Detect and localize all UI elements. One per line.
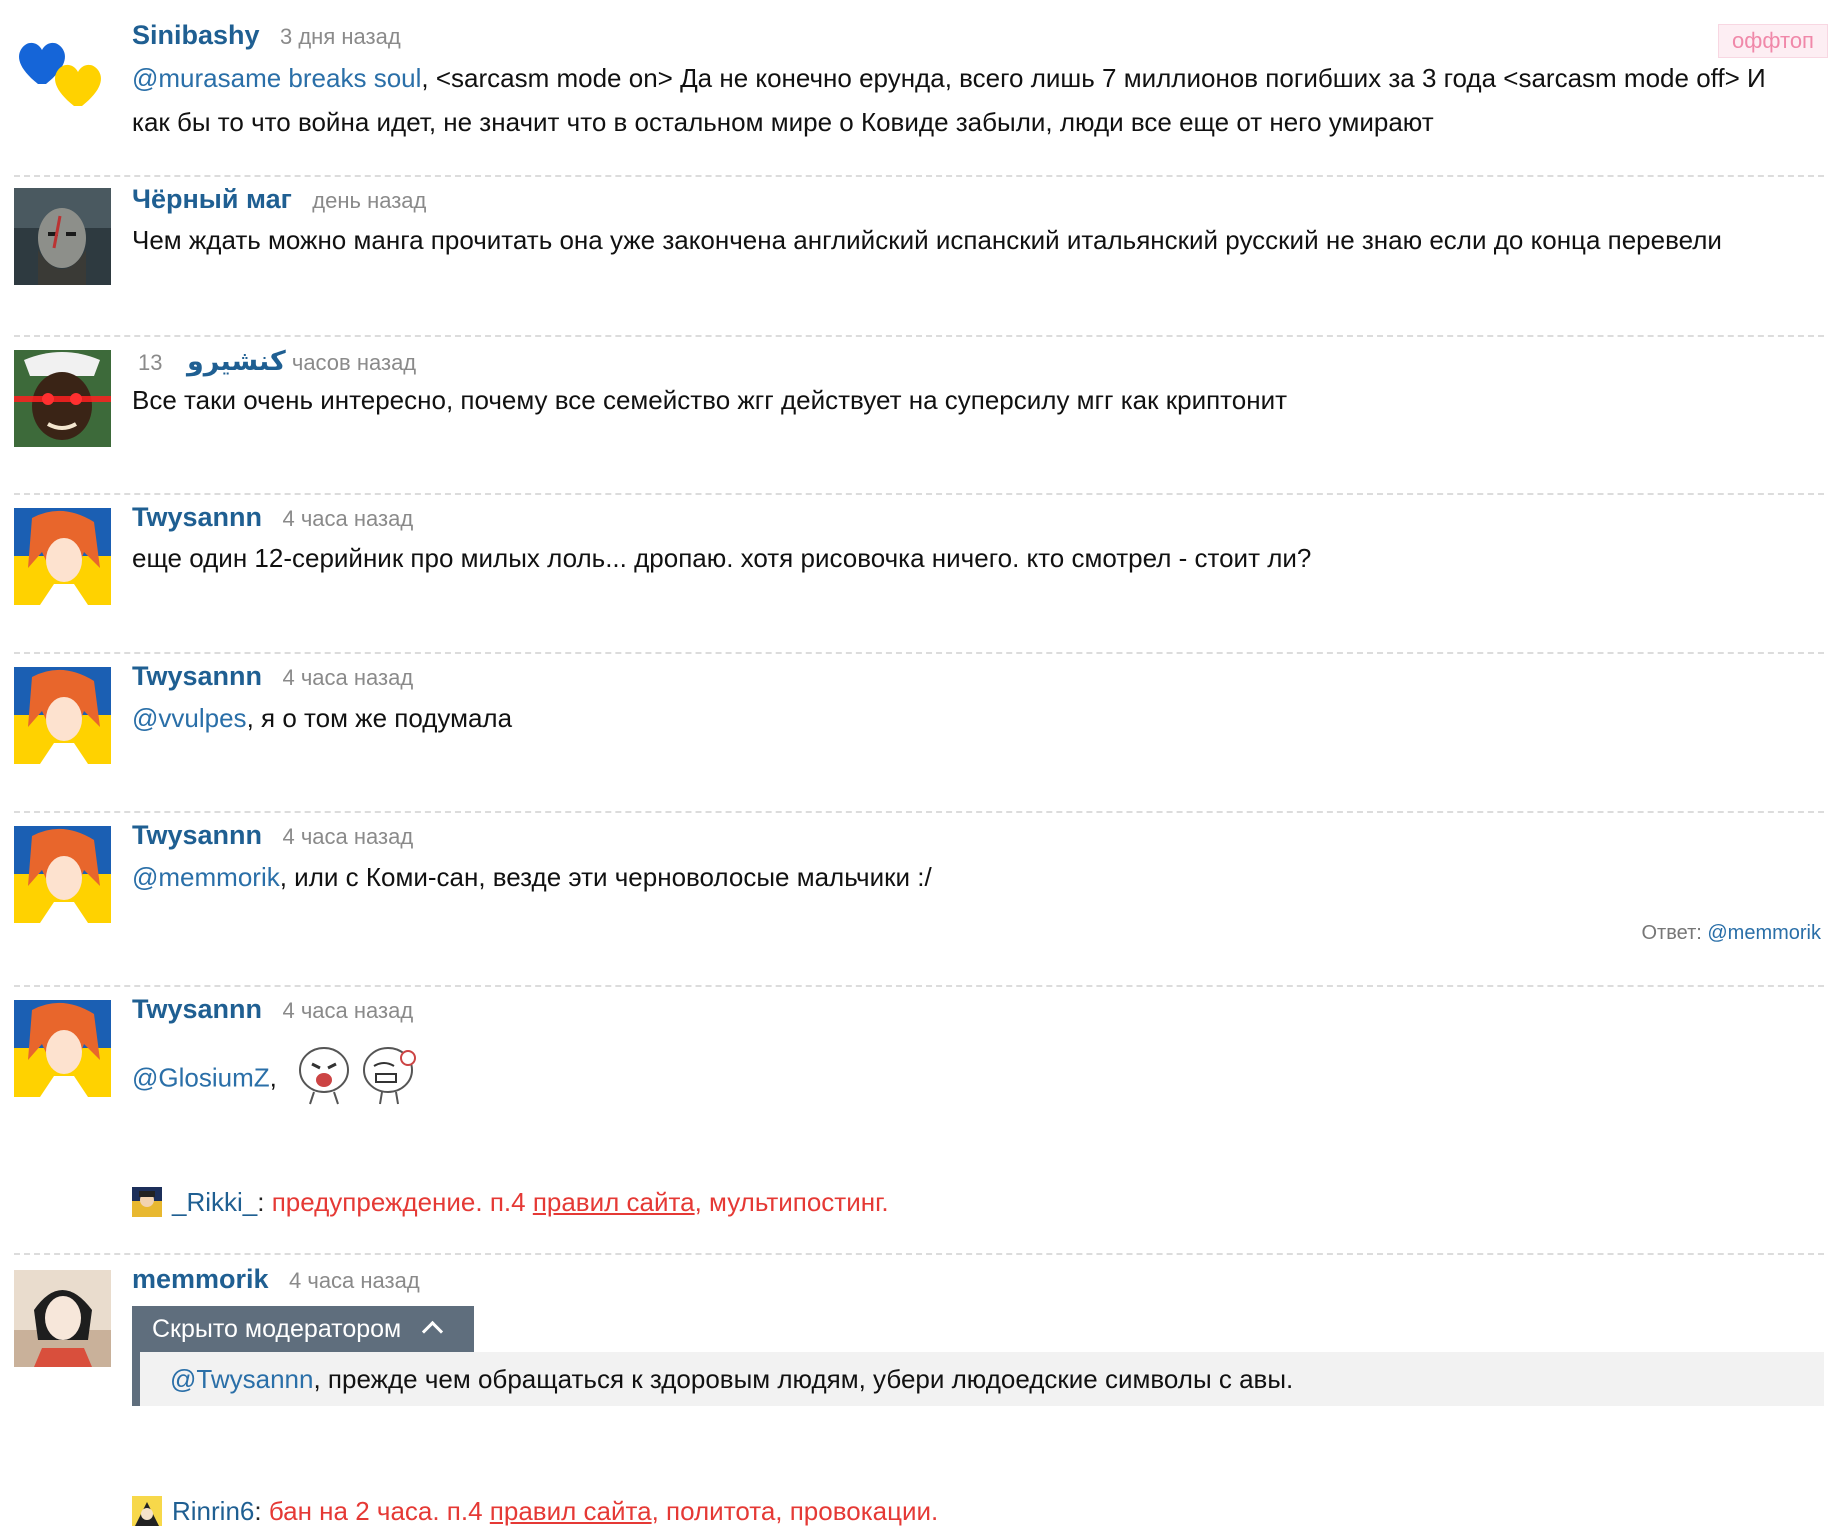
anime-girl-avatar-icon — [14, 826, 111, 923]
comment-divider — [14, 175, 1824, 177]
red-eyes-avatar-icon — [14, 350, 111, 447]
anime-girl-avatar-icon — [14, 667, 111, 764]
comment-divider — [14, 493, 1824, 495]
avatar-black-mage[interactable] — [14, 188, 111, 285]
username[interactable]: memmorik — [132, 1264, 269, 1294]
reply-to: Ответ: @memmorik — [1641, 922, 1822, 944]
comment-header: Twysannn 4 часа назад — [132, 502, 413, 533]
hidden-by-moderator-toggle[interactable]: Скрыто модератором — [132, 1306, 474, 1352]
comment-header: Twysannn 4 часа назад — [132, 661, 413, 692]
heart-avatar-icon — [19, 42, 101, 106]
anime-girl-avatar-icon — [14, 508, 111, 605]
site-rules-link[interactable]: правил сайта — [490, 1496, 652, 1526]
username[interactable]: Twysannn — [132, 661, 262, 691]
avatar-memmorik[interactable] — [14, 1270, 111, 1367]
avatar-sinibashy[interactable] — [14, 20, 111, 117]
timestamp: 4 часа назад — [282, 824, 414, 849]
username[interactable]: Чёрный маг — [132, 184, 292, 214]
moderation-note: _Rikki_: предупреждение. п.4 правил сайт… — [132, 1187, 889, 1218]
smiley-sticker-icon — [294, 1040, 424, 1119]
comment-text: еще один 12-серийник про милых лоль... д… — [132, 543, 1312, 573]
comment-text: @memmorik, или с Коми-сан, везде эти чер… — [132, 862, 932, 892]
comment-header: Twysannn 4 часа назад — [132, 820, 413, 851]
hidden-comment-content: @Twysannn, прежде чем обращаться к здоро… — [132, 1352, 1824, 1406]
username[interactable]: Twysannn — [132, 502, 262, 532]
mention-link[interactable]: @vvulpes — [132, 703, 247, 733]
anime-girl-avatar-icon — [14, 1000, 111, 1097]
timestamp: 4 часа назад — [282, 998, 414, 1023]
comment-text: @vvulpes, я о том же подумала — [132, 703, 513, 733]
moderation-note: Rinrin6: бан на 2 часа. п.4 правил сайта… — [132, 1496, 938, 1527]
comment-text: @murasame breaks soul, <sarcasm mode on>… — [132, 63, 1766, 137]
comment-divider — [14, 335, 1824, 337]
comment-header: Чёрный маг день назад — [132, 184, 426, 215]
mention-link[interactable]: @GlosiumZ — [132, 1062, 270, 1092]
reply-to-link[interactable]: @memmorik — [1707, 922, 1821, 944]
site-rules-link[interactable]: правил сайта — [533, 1187, 695, 1217]
girl-portrait-avatar-icon — [14, 1270, 111, 1367]
mention-link[interactable]: @memmorik — [132, 862, 280, 892]
comments-feed: Sinibashy 3 дня назад оффтоп @murasame b… — [0, 0, 1835, 1534]
moderator-mini-avatar-icon — [132, 1187, 162, 1217]
timestamp: день назад — [312, 188, 427, 213]
timestamp: 4 часа назад — [289, 1268, 420, 1293]
comment-header: Twysannn 4 часа назад — [132, 994, 413, 1025]
username[interactable]: Twysannn — [132, 820, 262, 850]
avatar-arabic-user[interactable] — [14, 350, 111, 447]
offtopic-badge: оффтоп — [1718, 24, 1828, 58]
comment-divider — [14, 652, 1824, 654]
timestamp: 3 дня назад — [280, 24, 401, 49]
avatar-twysannn[interactable] — [14, 826, 111, 923]
comment-text: @GlosiumZ, — [132, 1040, 424, 1119]
avatar-twysannn[interactable] — [14, 1000, 111, 1097]
comment-text: Все таки очень интересно, почему все сем… — [132, 385, 1288, 415]
comment-header: Sinibashy 3 дня назад — [132, 20, 401, 51]
comment-header: كنشيرو 13 часов назад — [132, 346, 416, 377]
avatar-twysannn[interactable] — [14, 508, 111, 605]
comment-text: Чем ждать можно манга прочитать она уже … — [132, 225, 1722, 255]
username[interactable]: Sinibashy — [132, 20, 260, 50]
avatar-twysannn[interactable] — [14, 667, 111, 764]
chevron-up-icon — [422, 1320, 444, 1343]
moderator-mini-avatar-icon — [132, 1496, 162, 1526]
comment-divider — [14, 1253, 1824, 1255]
moderator-name[interactable]: Rinrin6 — [172, 1496, 254, 1526]
comment-header: memmorik 4 часа назад — [132, 1264, 420, 1295]
comment-divider — [14, 811, 1824, 813]
timestamp: 4 часа назад — [282, 665, 414, 690]
mention-link[interactable]: @Twysannn — [170, 1364, 313, 1394]
username[interactable]: Twysannn — [132, 994, 262, 1024]
timestamp: 4 часа назад — [282, 506, 414, 531]
moderator-name[interactable]: _Rikki_ — [172, 1187, 257, 1217]
comment-divider — [14, 985, 1824, 987]
username[interactable]: كنشيرو — [187, 346, 286, 376]
warrior-avatar-icon — [14, 188, 111, 285]
mention-link[interactable]: @murasame breaks soul — [132, 63, 421, 93]
